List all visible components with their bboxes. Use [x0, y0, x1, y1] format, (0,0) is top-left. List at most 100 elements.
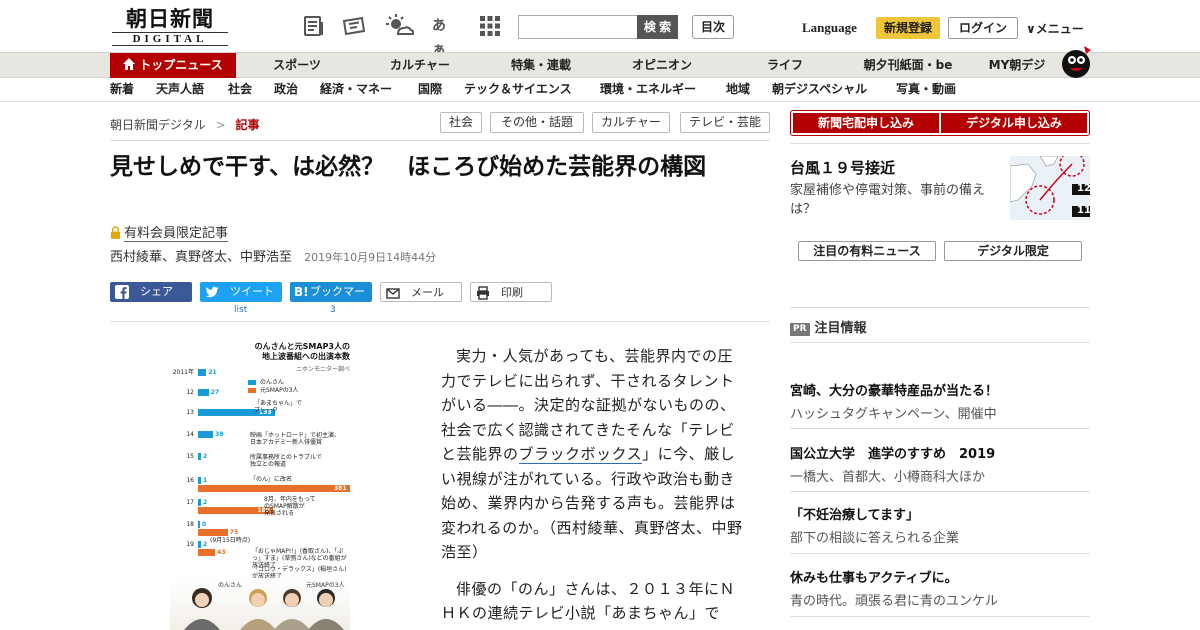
- facebook-icon: [115, 285, 129, 299]
- divider: [110, 321, 770, 322]
- premium-badge[interactable]: 有料会員限定記事: [110, 222, 229, 242]
- nav2-economy[interactable]: 経済・マネー: [320, 78, 392, 101]
- logo-sub-text: DIGITAL: [112, 32, 228, 46]
- chart-value-label: 27: [210, 389, 220, 396]
- chart-value-label: 21: [208, 369, 217, 376]
- mail-icon: [386, 288, 400, 299]
- typhoon-headline[interactable]: 台風１９号接近: [790, 157, 895, 178]
- article-title: 見せしめで干す、は必然？ ほころび始めた芸能界の構図: [110, 154, 707, 180]
- nav2-tensei[interactable]: 天声人語: [156, 78, 204, 101]
- map-label-11: 11: [1077, 205, 1090, 216]
- nav2-special[interactable]: 朝デジスペシャル: [772, 78, 867, 101]
- hatena-count[interactable]: 3: [330, 305, 336, 315]
- nav-life[interactable]: ライフ: [756, 53, 814, 78]
- subscribe-digital-button[interactable]: デジタル申し込み: [941, 113, 1087, 133]
- scrap-ticket-icon[interactable]: [342, 14, 366, 38]
- mail-share-button[interactable]: メール: [380, 282, 462, 302]
- twitter-count[interactable]: list: [234, 305, 247, 315]
- chart-bar: [198, 477, 201, 484]
- pr-item-desc[interactable]: 一橋大、首都大、小樽商科大ほか: [790, 466, 985, 485]
- site-logo[interactable]: 朝日新聞 DIGITAL: [112, 8, 228, 48]
- nav2-region[interactable]: 地域: [726, 78, 750, 101]
- breadcrumb-current: 記事: [235, 118, 260, 132]
- nav2-photo[interactable]: 写真・動画: [896, 78, 956, 101]
- share-label: ブックマーク: [310, 285, 365, 318]
- chart-year-label: 16: [186, 477, 194, 484]
- chart-annotation: (9月15日時点): [210, 537, 251, 544]
- nav2-politics[interactable]: 政治: [274, 78, 298, 101]
- register-button[interactable]: 新規登録: [876, 17, 940, 39]
- pr-item-desc[interactable]: 部下の相談に答えられる企業: [790, 527, 959, 546]
- breadcrumb-root[interactable]: 朝日新聞デジタル: [110, 118, 206, 132]
- nav2-society[interactable]: 社会: [228, 78, 252, 101]
- nav-opinion[interactable]: オピニオン: [620, 53, 704, 78]
- chart-year-label: 17: [186, 499, 194, 506]
- chart-value-label: 2: [203, 499, 208, 506]
- premium-label: 有料会員限定記事: [124, 226, 229, 242]
- chart-bar: [198, 529, 228, 536]
- chart-annotation: 8月、年内をもって のSMAP解散が 発表される: [264, 496, 316, 517]
- search-button[interactable]: 検 索: [637, 15, 678, 39]
- black-box-link[interactable]: ブラックボックス: [518, 445, 643, 464]
- nav-culture[interactable]: カルチャー: [378, 53, 462, 78]
- search-input[interactable]: [518, 15, 638, 39]
- font-size-icon[interactable]: あぁ: [432, 14, 456, 58]
- tag-tv-entertainment[interactable]: テレビ・芸能: [680, 112, 770, 133]
- nav-features[interactable]: 特集・連載: [500, 53, 582, 78]
- primary-nav: トップニュース スポーツ カルチャー 特集・連載 オピニオン ライフ 朝夕刊紙面…: [0, 52, 1200, 78]
- toc-button[interactable]: 目次: [692, 15, 734, 39]
- hatena-bookmark-button[interactable]: B! ブックマーク: [290, 282, 372, 318]
- language-link[interactable]: Language: [802, 20, 857, 36]
- chart-row: 18 0 75: [170, 520, 360, 536]
- pr-item-title[interactable]: 「不妊治療してます」: [790, 504, 919, 523]
- nav-sports[interactable]: スポーツ: [262, 53, 332, 78]
- secondary-nav: 新着 天声人語 社会 政治 経済・マネー 国際 テック＆サイエンス 環境・エネル…: [0, 78, 1200, 102]
- menu-button[interactable]: ∨メニュー: [1026, 20, 1084, 37]
- chart-bar: [198, 549, 216, 556]
- pr-item-title[interactable]: 国公立大学 進学のすすめ 2019: [790, 443, 995, 462]
- chart-year-label: 2011年: [172, 369, 194, 376]
- pr-item-title[interactable]: 休みも仕事もアクティブに。: [790, 567, 958, 586]
- facebook-share-button[interactable]: シェア: [110, 282, 192, 302]
- nav2-environment[interactable]: 環境・エネルギー: [600, 78, 696, 101]
- typhoon-map[interactable]: 12 11: [1010, 156, 1090, 220]
- mascot-icon[interactable]: [1058, 44, 1092, 78]
- appearance-chart: のんさんと元SMAP3人の 地上波番組への出演本数 ニホンモニター調べ 2011…: [170, 338, 360, 630]
- chart-bar: [198, 541, 201, 548]
- tag-culture[interactable]: カルチャー: [592, 112, 670, 133]
- pr-heading: PR 注目情報: [790, 317, 867, 336]
- nav2-international[interactable]: 国際: [418, 78, 442, 101]
- pr-item-desc[interactable]: 青の時代。頑張る君に青のユンケル: [790, 590, 998, 609]
- newspaper-icon[interactable]: [302, 14, 326, 38]
- tag-other[interactable]: その他・話題: [490, 112, 584, 133]
- divider: [790, 143, 1090, 144]
- pr-badge: PR: [790, 323, 810, 336]
- nav2-latest[interactable]: 新着: [110, 78, 134, 101]
- chart-year-label: 14: [186, 431, 194, 438]
- home-icon: [123, 54, 136, 70]
- tab-paid-news[interactable]: 注目の有料ニュース: [798, 241, 936, 261]
- article-paragraph: 実力・人気があっても、芸能界内での圧力でテレビに出られず、干されるタレントがいる…: [441, 344, 747, 565]
- typhoon-description[interactable]: 家屋補修や停電対策、事前の備えは？: [790, 181, 1005, 219]
- nav-my-asadigi[interactable]: MY朝デジ: [982, 53, 1052, 78]
- twitter-share-button[interactable]: ツイート: [200, 282, 282, 302]
- chart-value-label: 0: [202, 521, 207, 528]
- pr-item-desc[interactable]: ハッシュタグキャンペーン、開催中: [790, 403, 997, 422]
- legend-swatch-smap: [248, 388, 256, 393]
- pr-item-title[interactable]: 宮崎、大分の豪華特産品が当たる！: [790, 380, 998, 399]
- tag-society[interactable]: 社会: [440, 112, 482, 133]
- chart-year-label: 12: [186, 389, 194, 396]
- chart-year-label: 15: [186, 453, 194, 460]
- nav2-tech[interactable]: テック＆サイエンス: [464, 78, 572, 101]
- grid-menu-icon[interactable]: [478, 14, 502, 38]
- print-button[interactable]: 印刷: [470, 282, 552, 302]
- article-authors: 西村綾華、真野啓太、中野浩至: [110, 250, 293, 265]
- nav-paper[interactable]: 朝夕刊紙面・be: [856, 53, 960, 78]
- chart-bar: [198, 369, 207, 376]
- subscribe-paper-button[interactable]: 新聞宅配申し込み: [793, 113, 939, 133]
- tab-digital-only[interactable]: デジタル限定: [944, 241, 1082, 261]
- nav-top-news[interactable]: トップニュース: [110, 53, 236, 78]
- login-button[interactable]: ログイン: [948, 17, 1018, 39]
- weather-icon[interactable]: [386, 14, 414, 38]
- chart-title: のんさんと元SMAP3人の 地上波番組への出演本数: [254, 342, 350, 361]
